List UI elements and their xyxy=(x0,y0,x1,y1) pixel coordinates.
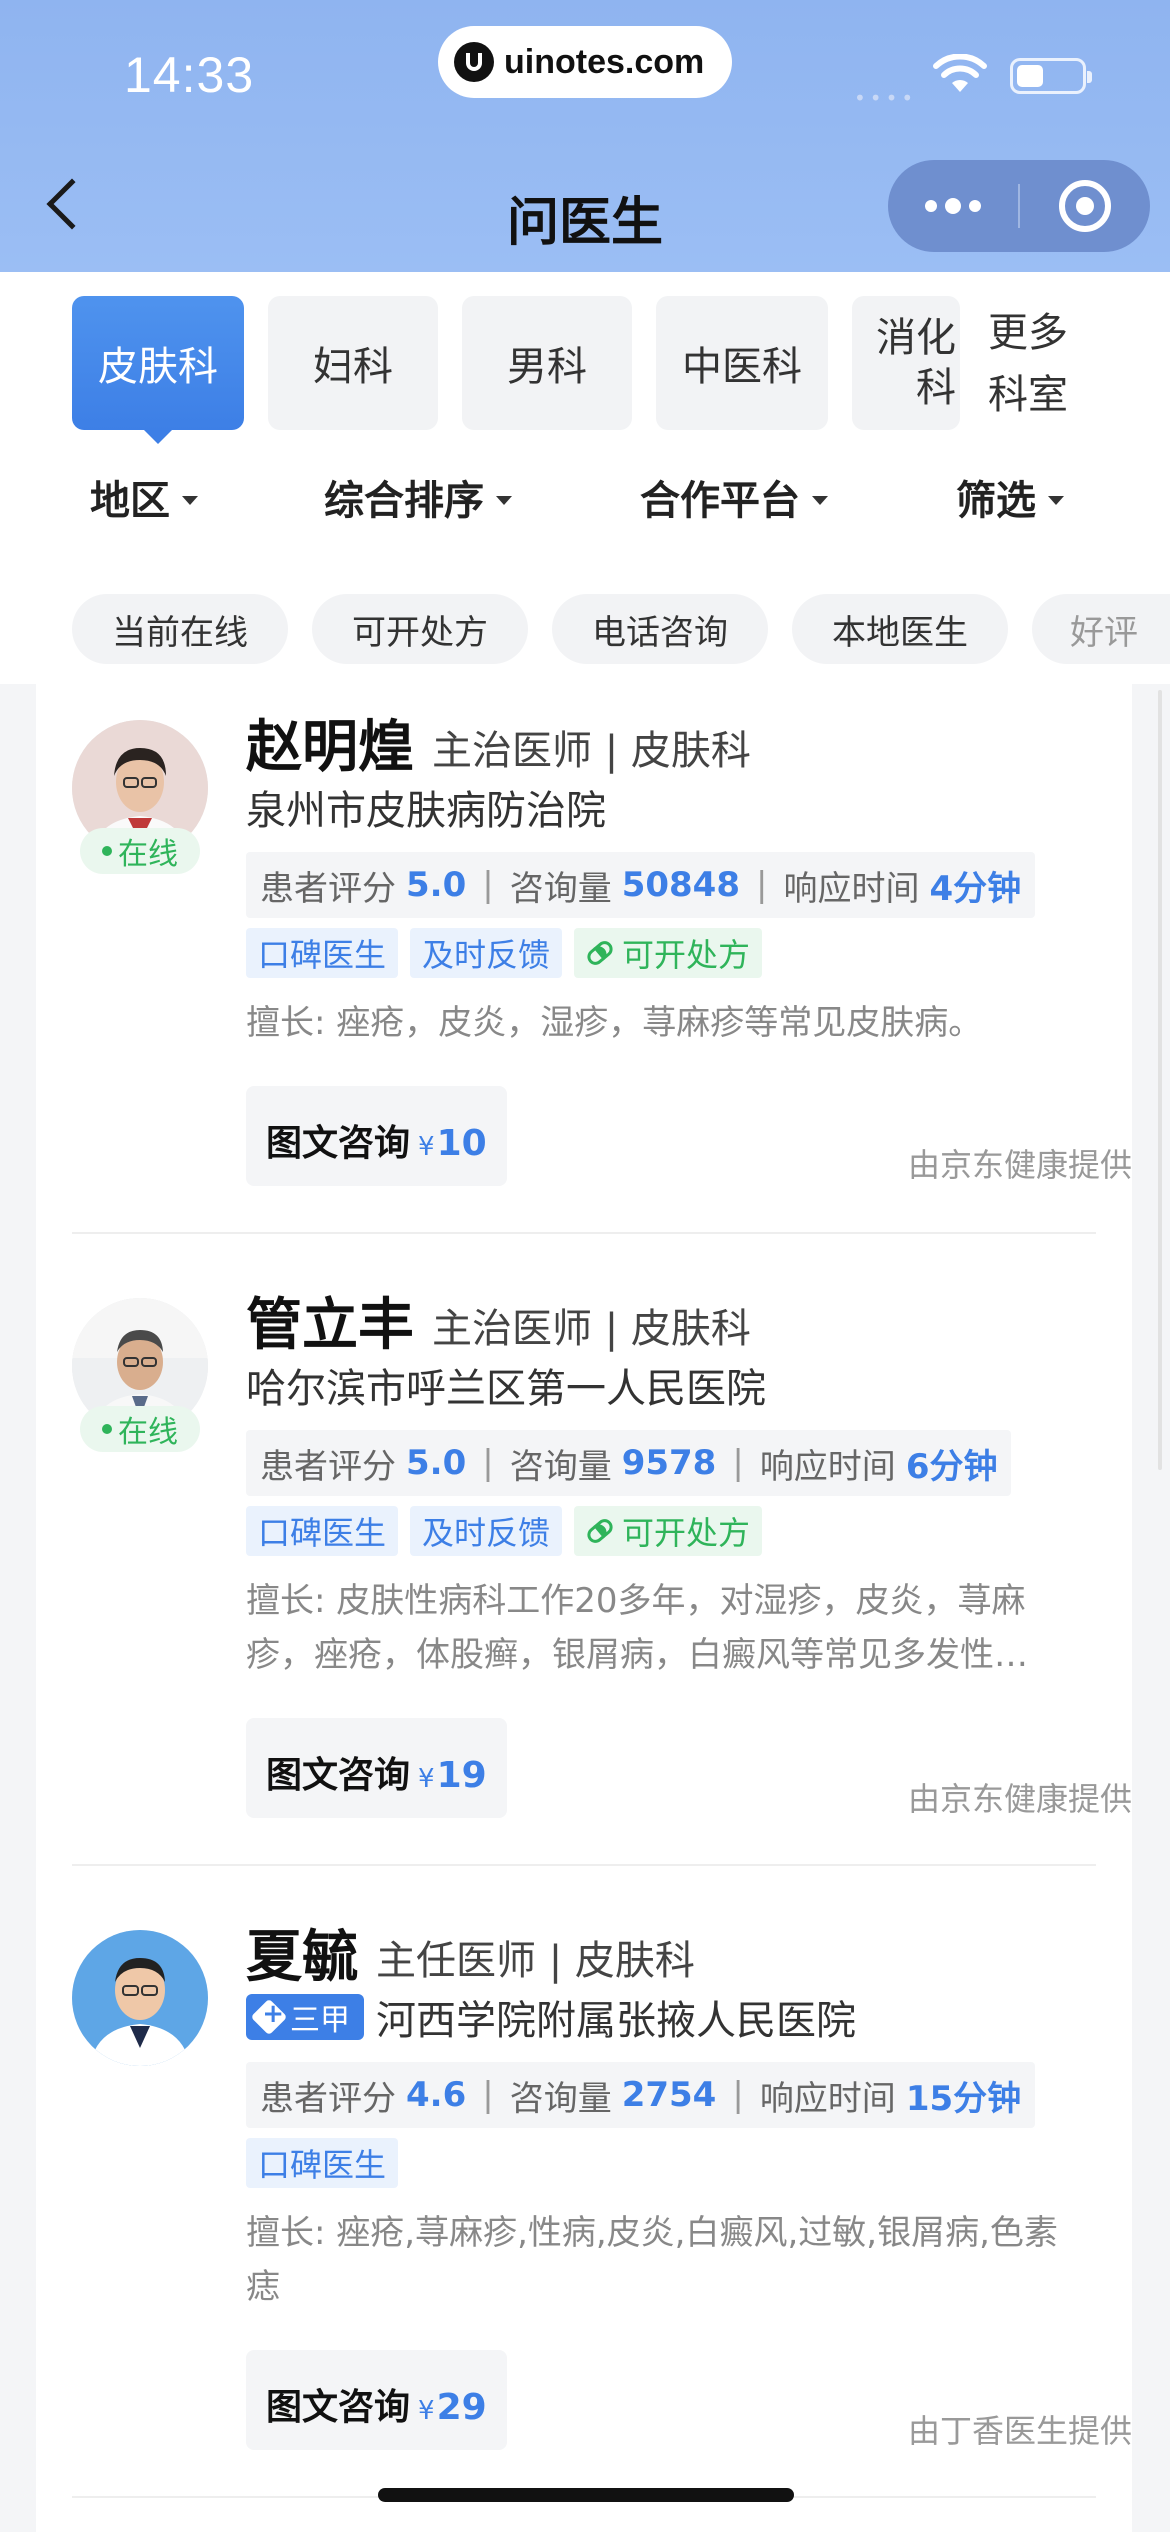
more-departments-button[interactable]: 更多科室 xyxy=(988,302,1098,426)
status-time: 14:33 xyxy=(124,47,255,103)
wifi-icon xyxy=(933,54,987,92)
tag-prescription: 可开处方 xyxy=(574,1506,763,1556)
doctor-stats: 患者评分 5.0 | 咨询量 9578 | 响应时间 6分钟 xyxy=(246,1430,1012,1496)
caret-down-icon xyxy=(1048,495,1064,505)
signal-icon: •••• xyxy=(854,86,918,110)
tag-reputation: 口碑医生 xyxy=(246,1506,399,1556)
doctor-stats: 患者评分 5.0 | 咨询量 50848 | 响应时间 4分钟 xyxy=(246,852,1036,918)
tag-reputation: 口碑医生 xyxy=(246,2138,399,2188)
consult-count: 9578 xyxy=(621,1443,717,1483)
divider xyxy=(72,1864,1096,1866)
tab-tcm[interactable]: 中医科 xyxy=(656,296,828,430)
hospital-name: 泉州市皮肤病防治院 xyxy=(246,788,606,834)
url-pill: uinotes.com xyxy=(438,26,732,98)
sort-overall[interactable]: 综合排序 xyxy=(324,468,512,526)
divider xyxy=(72,1232,1096,1234)
hospital-name: 哈尔滨市呼兰区第一人民医院 xyxy=(246,1366,766,1412)
tag-row: 口碑医生 及时反馈 可开处方 xyxy=(246,1506,763,1556)
tag-reputation: 口碑医生 xyxy=(246,928,399,978)
doctor-title: 主治医师 | 皮肤科 xyxy=(432,1306,751,1352)
doctor-title: 主治医师 | 皮肤科 xyxy=(432,728,751,774)
rating-value: 5.0 xyxy=(406,865,467,905)
tab-gastroenterology-label: 消化科 xyxy=(876,315,956,411)
text-consult-button[interactable]: 图文咨询 ¥19 xyxy=(246,1718,507,1818)
response-time: 6分钟 xyxy=(905,1446,998,1487)
hospital-line: 三甲 河西学院附属张掖人民医院 xyxy=(246,1988,856,2046)
tag-row: 口碑医生 及时反馈 可开处方 xyxy=(246,928,763,978)
sort-region[interactable]: 地区 xyxy=(90,468,198,526)
avatar xyxy=(72,1930,208,2066)
response-time: 15分钟 xyxy=(905,2078,1022,2119)
consult-count: 50848 xyxy=(621,865,740,905)
tab-gastroenterology[interactable]: 消化科 xyxy=(852,296,960,430)
chip-good-reviews[interactable]: 好评 xyxy=(1032,594,1170,664)
provider-note: 由丁香医生提供 xyxy=(907,2412,1132,2450)
filter-panel: 皮肤科 妇科 男科 中医科 消化科 更多科室 地区 综合排序 合作平台 筛选 当… xyxy=(0,272,1170,684)
text-consult-button[interactable]: 图文咨询 ¥29 xyxy=(246,2350,507,2450)
pill-icon xyxy=(584,937,616,969)
caret-down-icon xyxy=(182,495,198,505)
tag-timely: 及时反馈 xyxy=(410,1506,563,1556)
doctor-title: 主任医师 | 皮肤科 xyxy=(376,1938,695,1984)
doctor-stats: 患者评分 4.6 | 咨询量 2754 | 响应时间 15分钟 xyxy=(246,2062,1036,2128)
sort-bar: 地区 综合排序 合作平台 筛选 xyxy=(0,468,1170,548)
hospital-grade-badge: 三甲 xyxy=(246,1994,364,2040)
doctor-expertise: 擅长: 皮肤性病科工作20多年，对湿疹，皮炎，荨麻疹，痤疮，体股癣，银屑病，白癜… xyxy=(246,1581,1028,1675)
doctor-card[interactable]: 夏毓 主任医师 | 皮肤科 三甲 河西学院附属张掖人民医院 患者评分4.6 | … xyxy=(36,1894,1132,2514)
doctor-card[interactable]: 在线 赵明煌 主治医师 | 皮肤科 泉州市皮肤病防治院 患者评分 5.0 | 咨询… xyxy=(36,684,1132,1234)
rating-value: 5.0 xyxy=(406,1443,467,1483)
tab-dermatology[interactable]: 皮肤科 xyxy=(72,296,244,444)
tab-gynecology[interactable]: 妇科 xyxy=(268,296,438,430)
header-bar: 14:33 uinotes.com •••• 问医生 xyxy=(0,0,1170,272)
doctor-expertise: 擅长: 痤疮，皮炎，湿疹，荨麻疹等常见皮肤病。 xyxy=(246,1003,983,1043)
uinotes-logo-icon xyxy=(454,42,494,82)
doctor-expertise: 擅长: 痤疮,荨麻疹,性病,皮炎,白癜风,过敏,银屑病,色素痣 xyxy=(246,2213,1058,2307)
rating-value: 4.6 xyxy=(406,2075,467,2115)
caret-down-icon xyxy=(812,495,828,505)
close-target-icon[interactable] xyxy=(1020,180,1150,232)
hospital-line: 泉州市皮肤病防治院 xyxy=(246,778,606,836)
consult-count: 2754 xyxy=(621,2075,717,2115)
consult-price: 19 xyxy=(436,1755,487,1796)
more-dots-icon[interactable] xyxy=(888,198,1018,214)
tag-row: 口碑医生 xyxy=(246,2138,399,2188)
doctor-name: 夏毓 xyxy=(246,1925,358,1990)
url-text: uinotes.com xyxy=(504,42,705,81)
chip-phone-consult[interactable]: 电话咨询 xyxy=(552,594,768,664)
miniprogram-capsule xyxy=(888,160,1150,252)
grade-diamond-icon xyxy=(250,1998,288,2036)
consult-price: 29 xyxy=(436,2387,487,2428)
home-indicator[interactable] xyxy=(378,2488,794,2502)
provider-note: 由京东健康提供 xyxy=(907,1146,1132,1184)
doctor-name: 赵明煌 xyxy=(246,715,414,780)
tab-andrology[interactable]: 男科 xyxy=(462,296,632,430)
consult-price: 10 xyxy=(436,1123,487,1164)
online-status-badge: 在线 xyxy=(80,828,200,874)
hospital-name: 河西学院附属张掖人民医院 xyxy=(376,1998,856,2044)
tag-prescription: 可开处方 xyxy=(574,928,763,978)
response-time: 4分钟 xyxy=(929,868,1022,909)
tag-timely: 及时反馈 xyxy=(410,928,563,978)
pill-icon xyxy=(584,1515,616,1547)
chip-prescription[interactable]: 可开处方 xyxy=(312,594,528,664)
caret-down-icon xyxy=(496,495,512,505)
sort-platform[interactable]: 合作平台 xyxy=(640,468,828,526)
sort-filter[interactable]: 筛选 xyxy=(956,468,1064,526)
provider-note: 由京东健康提供 xyxy=(907,1780,1132,1818)
online-status-badge: 在线 xyxy=(80,1406,200,1452)
hospital-line: 哈尔滨市呼兰区第一人民医院 xyxy=(246,1356,766,1414)
chip-local-doctor[interactable]: 本地医生 xyxy=(792,594,1008,664)
battery-icon xyxy=(1010,58,1092,94)
doctor-name: 管立丰 xyxy=(246,1293,414,1358)
scrollbar[interactable] xyxy=(1158,690,1162,1470)
doctor-list: 在线 赵明煌 主治医师 | 皮肤科 泉州市皮肤病防治院 患者评分 5.0 | 咨询… xyxy=(36,684,1132,2532)
doctor-card[interactable]: 在线 管立丰 主治医师 | 皮肤科 哈尔滨市呼兰区第一人民医院 患者评分 5.0 … xyxy=(36,1262,1132,1862)
text-consult-button[interactable]: 图文咨询 ¥10 xyxy=(246,1086,507,1186)
chip-online-now[interactable]: 当前在线 xyxy=(72,594,288,664)
